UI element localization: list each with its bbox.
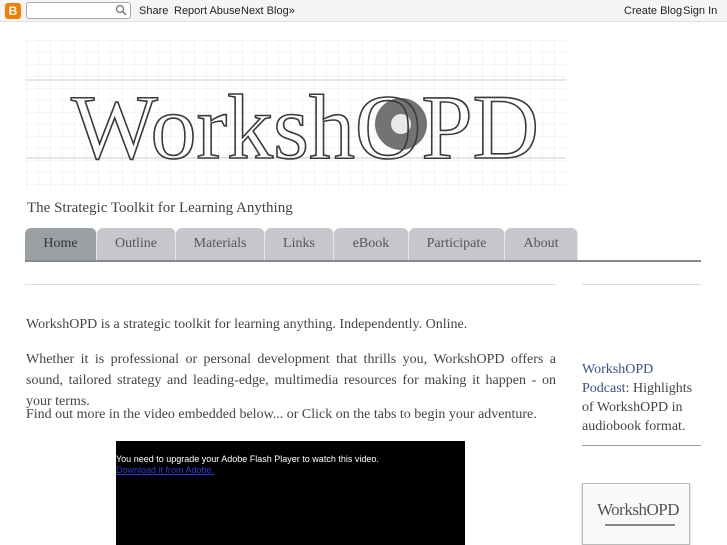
download-adobe-link[interactable]: Download it from Adobe. <box>116 465 379 476</box>
description-paragraph: Whether it is professional or personal d… <box>26 352 556 409</box>
call-to-action-paragraph: Find out more in the video embedded belo… <box>26 407 537 422</box>
tab-participate[interactable]: Participate <box>409 228 505 260</box>
report-abuse-link[interactable]: Report Abuse <box>174 5 241 17</box>
next-blog-link[interactable]: Next Blog» <box>241 5 295 17</box>
sidebar-divider <box>582 284 701 285</box>
create-blog-link[interactable]: Create Blog <box>624 5 682 17</box>
sign-in-link[interactable]: Sign In <box>683 5 717 17</box>
header-logo-text: WorkshOPD <box>71 76 539 178</box>
tab-about[interactable]: About <box>505 228 578 260</box>
blogger-logo-icon[interactable]: B <box>5 3 21 19</box>
sidebar-widget-divider <box>582 445 701 446</box>
content-divider <box>25 284 556 285</box>
flash-upgrade-message: You need to upgrade your Adobe Flash Pla… <box>116 454 379 476</box>
intro-paragraph: WorkshOPD is a strategic toolkit for lea… <box>26 317 468 332</box>
embedded-video[interactable]: You need to upgrade your Adobe Flash Pla… <box>116 441 465 545</box>
podcast-widget: WorkshOPD Podcast: Highlights of WorkshO… <box>582 360 702 436</box>
blogger-navbar: B Share Report Abuse Next Blog» Create B… <box>0 0 727 22</box>
search-input[interactable] <box>26 2 131 19</box>
ebook-cover-thumbnail[interactable]: WorkshOPD <box>582 483 690 545</box>
thumbnail-logo-text: WorkshOPD <box>597 500 679 519</box>
share-link[interactable]: Share <box>139 5 168 17</box>
flash-message-text: You need to upgrade your Adobe Flash Pla… <box>116 454 379 464</box>
header-logo-image[interactable]: WorkshOPD <box>26 40 566 190</box>
tab-materials[interactable]: Materials <box>176 228 265 260</box>
page-tabs: Home Outline Materials Links eBook Parti… <box>25 228 701 262</box>
tab-outline[interactable]: Outline <box>97 228 176 260</box>
thumbnail-subtitle-line <box>605 524 675 526</box>
tab-links[interactable]: Links <box>265 228 334 260</box>
blog-tagline: The Strategic Toolkit for Learning Anyth… <box>27 200 293 216</box>
search-icon[interactable] <box>115 4 127 16</box>
tab-home[interactable]: Home <box>25 228 97 260</box>
tab-ebook[interactable]: eBook <box>334 228 409 260</box>
